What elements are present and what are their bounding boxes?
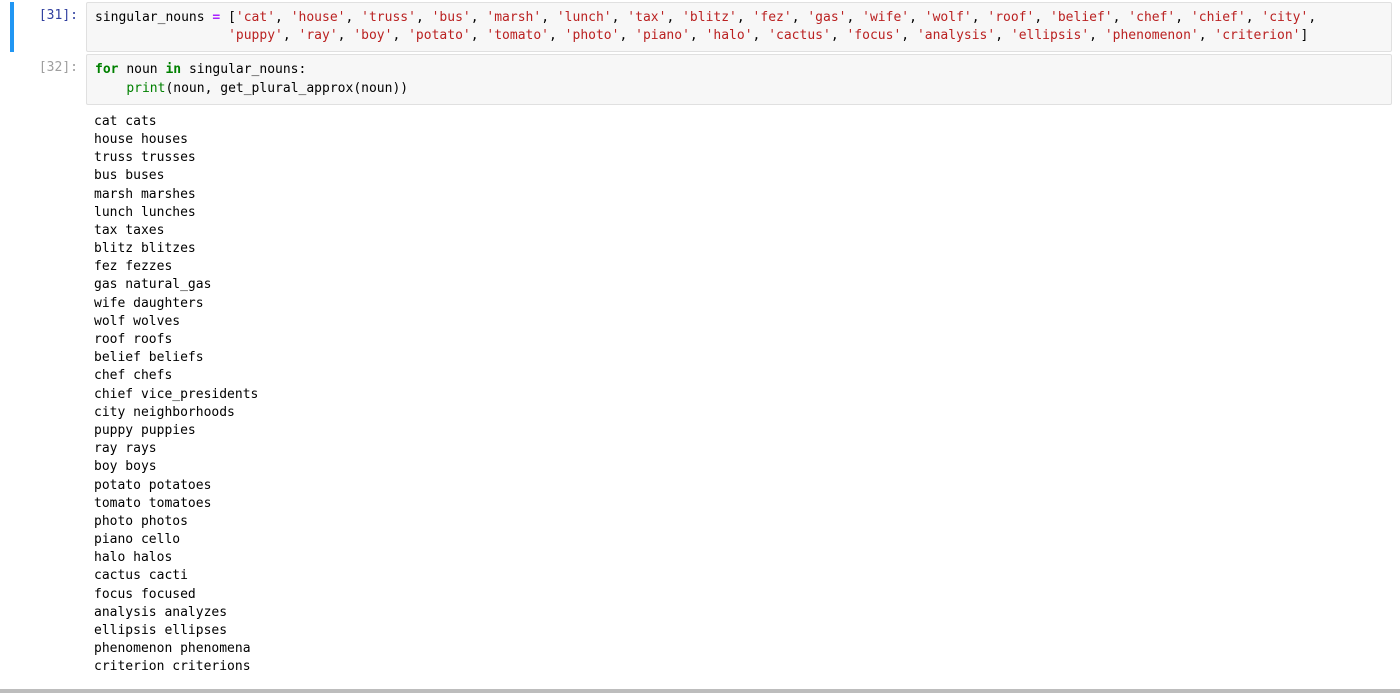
- notebook: [31]: singular_nouns = ['cat', 'house', …: [0, 2, 1400, 683]
- output-prompt: [8, 107, 86, 683]
- code-input[interactable]: for noun in singular_nouns: print(noun, …: [86, 54, 1392, 104]
- cell-output-text: cat cats house houses truss trusses bus …: [86, 107, 1392, 683]
- output-cell: cat cats house houses truss trusses bus …: [8, 107, 1392, 683]
- input-prompt: [32]:: [8, 54, 86, 104]
- code-cell[interactable]: [32]: for noun in singular_nouns: print(…: [8, 54, 1392, 104]
- code-cell[interactable]: [31]: singular_nouns = ['cat', 'house', …: [8, 2, 1392, 52]
- input-prompt: [31]:: [8, 2, 86, 52]
- scrollbar-horizontal[interactable]: [0, 689, 1400, 693]
- code-input[interactable]: singular_nouns = ['cat', 'house', 'truss…: [86, 2, 1392, 52]
